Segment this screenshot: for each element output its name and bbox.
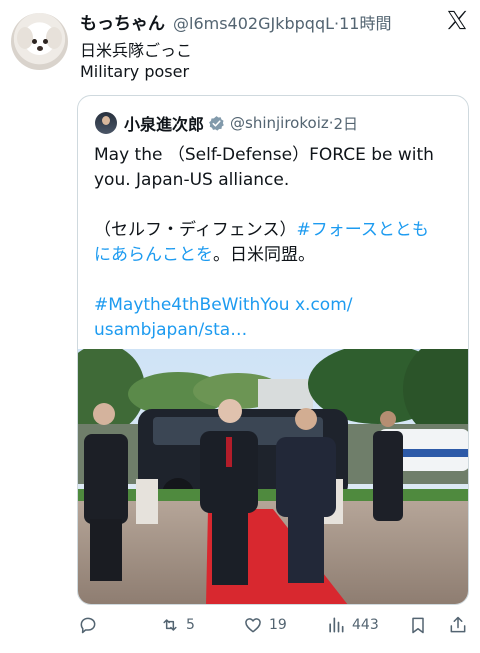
photo-person-bg: [373, 431, 403, 521]
hashtag-force-link-cont[interactable]: にあらんことを: [94, 245, 213, 265]
quoted-handle[interactable]: @shinjirokoiz: [230, 114, 329, 132]
hashtag-force-link[interactable]: #フォースととも: [296, 220, 428, 240]
photo-bollard: [136, 479, 158, 524]
photo-person-center-tie: [226, 437, 232, 467]
photo-person-center-head: [218, 399, 242, 423]
reply-button[interactable]: [78, 612, 104, 638]
photo-person-center-legs: [212, 509, 248, 585]
bookmark-button[interactable]: [408, 612, 428, 638]
share-button[interactable]: [448, 612, 468, 638]
share-icon: [450, 616, 466, 633]
photo-person-left-head: [93, 403, 115, 425]
photo-person-right-head: [295, 408, 317, 430]
quoted-text: May the （Self-Defense）FORCE be with you.…: [94, 143, 464, 343]
quoted-text-en-2: you. Japan-US alliance.: [94, 170, 290, 190]
photo-person-left-legs: [90, 519, 122, 581]
quoted-display-name[interactable]: 小泉進次郎: [124, 111, 204, 135]
post-time[interactable]: 11時間: [339, 10, 391, 34]
photo-person-left: [84, 434, 128, 524]
quoted-header: 小泉進次郎 @shinjirokoiz · 2日: [95, 112, 358, 134]
quoted-text-jp-1: （セルフ・ディフェンス）: [94, 220, 297, 240]
verified-badge-icon: [209, 115, 224, 131]
heart-icon: [245, 618, 261, 633]
repost-button[interactable]: 5: [160, 612, 195, 638]
quoted-time[interactable]: 2日: [334, 113, 359, 134]
user-avatar[interactable]: [11, 13, 68, 70]
repost-icon: [163, 619, 177, 631]
hashtag-link[interactable]: #Maythe4thBeWithYou: [94, 295, 290, 315]
url-link-cont[interactable]: usambjapan/sta…: [94, 320, 247, 340]
bookmark-icon: [412, 617, 424, 634]
views-count: 443: [352, 617, 379, 633]
views-button[interactable]: 443: [326, 612, 379, 638]
like-count: 19: [269, 617, 287, 633]
dog-eye-left: [32, 39, 37, 44]
post-text-line-2: Military poser: [80, 62, 190, 81]
dog-nose: [37, 46, 43, 51]
like-button[interactable]: 19: [243, 612, 287, 638]
quoted-post[interactable]: 小泉進次郎 @shinjirokoiz · 2日 May the （Self-D…: [77, 95, 469, 605]
dog-ear-right: [46, 27, 62, 49]
url-link[interactable]: x.com/: [295, 295, 353, 315]
photo-person-right-legs: [288, 513, 324, 583]
dog-ear-left: [17, 27, 33, 49]
post-photo[interactable]: [78, 349, 469, 605]
x-logo-icon[interactable]: [446, 10, 468, 30]
quoted-text-jp-2: 。日米同盟。: [213, 245, 315, 265]
post-header: もっちゃん @l6ms402GJkbpqqL · 11時間: [80, 9, 391, 34]
repost-count: 5: [186, 617, 195, 633]
photo-person-right: [276, 437, 336, 517]
dog-eye-right: [43, 39, 48, 44]
views-chart-icon: [329, 617, 344, 633]
photo-person-bg-head: [380, 411, 396, 427]
reply-icon: [80, 617, 96, 634]
action-bar: 5 19 443: [0, 612, 480, 640]
post-text-line-1: 日米兵隊ごっこ: [80, 41, 193, 60]
quoted-text-en-1: May the （Self-Defense）FORCE be with: [94, 145, 434, 165]
quoted-avatar[interactable]: [95, 112, 117, 134]
user-handle[interactable]: @l6ms402GJkbpqqL: [173, 14, 334, 33]
display-name[interactable]: もっちゃん: [80, 9, 165, 34]
